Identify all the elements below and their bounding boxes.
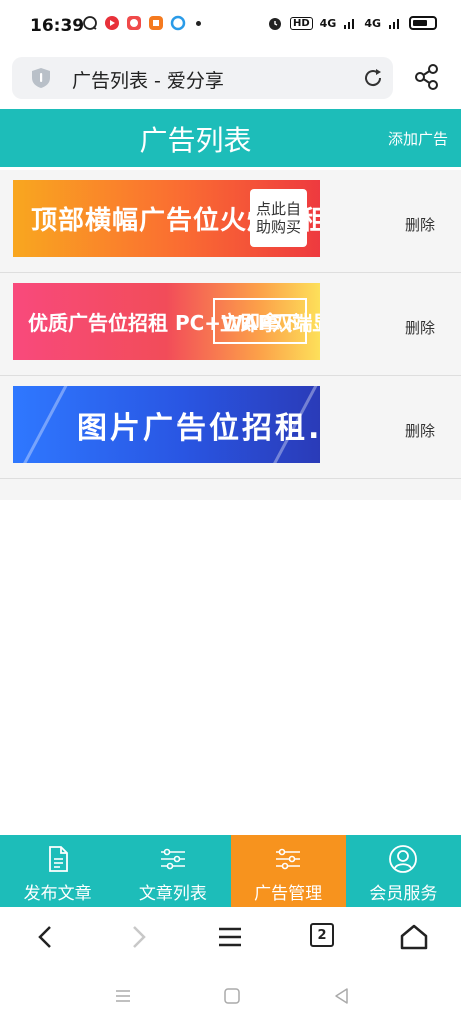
browser-toolbar <box>0 907 461 967</box>
alarm-icon <box>268 18 281 30</box>
ad-list: 顶部横幅广告位火爆招租中…… 点此自助购买 删除 优质广告位招租 PC+WAP双… <box>0 170 461 500</box>
back-icon[interactable] <box>30 921 62 953</box>
bottom-tab-bar: 发布文章 文章列表 广告管理 会员服务 <box>0 835 461 907</box>
more-notifications-dot <box>196 20 201 26</box>
delete-button[interactable]: 删除 <box>405 420 435 441</box>
tab-publish-article[interactable]: 发布文章 <box>0 835 115 907</box>
decorative-stripe <box>17 386 72 463</box>
ad-banner-cta: 点此自助购买 <box>250 189 307 247</box>
app-blue-icon <box>170 15 186 31</box>
list-item: 优质广告位招租 PC+WAP双端显示 立即拿下 删除 <box>0 273 461 376</box>
tab-label: 文章列表 <box>138 884 207 904</box>
system-nav-bar <box>0 967 461 1024</box>
list-item: 图片广告位招租... 删除 <box>0 376 461 479</box>
status-bar: 16:39 HD 4G 4G <box>0 0 461 52</box>
list-icon <box>276 848 301 870</box>
shield-icon[interactable] <box>30 67 52 89</box>
share-icon[interactable] <box>414 63 440 91</box>
add-ad-button[interactable]: 添加广告 <box>388 128 448 149</box>
delete-button[interactable]: 删除 <box>405 214 435 235</box>
tab-member-service[interactable]: 会员服务 <box>346 835 461 907</box>
list-item: 顶部横幅广告位火爆招租中…… 点此自助购买 删除 <box>0 170 461 273</box>
signal-icon <box>344 19 355 29</box>
list-icon <box>160 848 185 870</box>
network-label-2: 4G <box>364 16 381 30</box>
status-time: 16:39 <box>30 16 85 36</box>
app-orange-icon <box>149 16 163 30</box>
ad-banner-image[interactable]: 顶部横幅广告位火爆招租中…… 点此自助购买 <box>13 180 320 257</box>
back-button-icon[interactable] <box>332 986 352 1006</box>
ad-banner-text: 图片广告位招租... <box>77 410 320 446</box>
signal-icon-2 <box>389 19 399 29</box>
qq-icon <box>83 16 97 30</box>
recents-icon[interactable] <box>113 986 133 1006</box>
address-bar[interactable]: 广告列表 - 爱分享 <box>12 57 393 99</box>
ad-banner-cta: 立即拿下 <box>213 298 307 344</box>
document-icon <box>48 846 68 872</box>
hd-badge: HD <box>289 16 313 30</box>
reload-icon[interactable] <box>361 66 385 90</box>
home-icon[interactable] <box>398 921 430 953</box>
network-label-1: 4G <box>319 16 337 30</box>
screen: 16:39 HD 4G 4G 广告列表 - 爱分享 广告列表 添加广告 顶部横幅… <box>0 0 461 1024</box>
tab-label: 发布文章 <box>23 884 92 904</box>
forward-icon[interactable] <box>122 921 154 953</box>
app-avatar-icon <box>127 16 141 30</box>
tab-label: 广告管理 <box>254 884 323 904</box>
notification-icons <box>82 15 201 31</box>
tab-article-list[interactable]: 文章列表 <box>115 835 230 907</box>
page-header: 广告列表 添加广告 <box>0 109 461 167</box>
menu-icon[interactable] <box>214 921 246 953</box>
tab-label: 会员服务 <box>369 884 438 904</box>
delete-button[interactable]: 删除 <box>405 317 435 338</box>
app-red-icon <box>105 16 119 30</box>
tab-ad-management[interactable]: 广告管理 <box>230 835 346 907</box>
page-title: 广告列表 <box>139 124 252 157</box>
user-icon <box>389 845 418 873</box>
ad-banner-image[interactable]: 图片广告位招租... <box>13 386 320 463</box>
ad-banner-image[interactable]: 优质广告位招租 PC+WAP双端显示 立即拿下 <box>13 283 320 360</box>
home-button-icon[interactable] <box>222 986 242 1006</box>
page-title-url[interactable]: 广告列表 - 爱分享 <box>72 66 224 93</box>
status-right: HD 4G 4G <box>267 15 437 31</box>
battery-icon <box>409 16 437 30</box>
tabs-count-button[interactable]: 2 <box>310 923 334 947</box>
